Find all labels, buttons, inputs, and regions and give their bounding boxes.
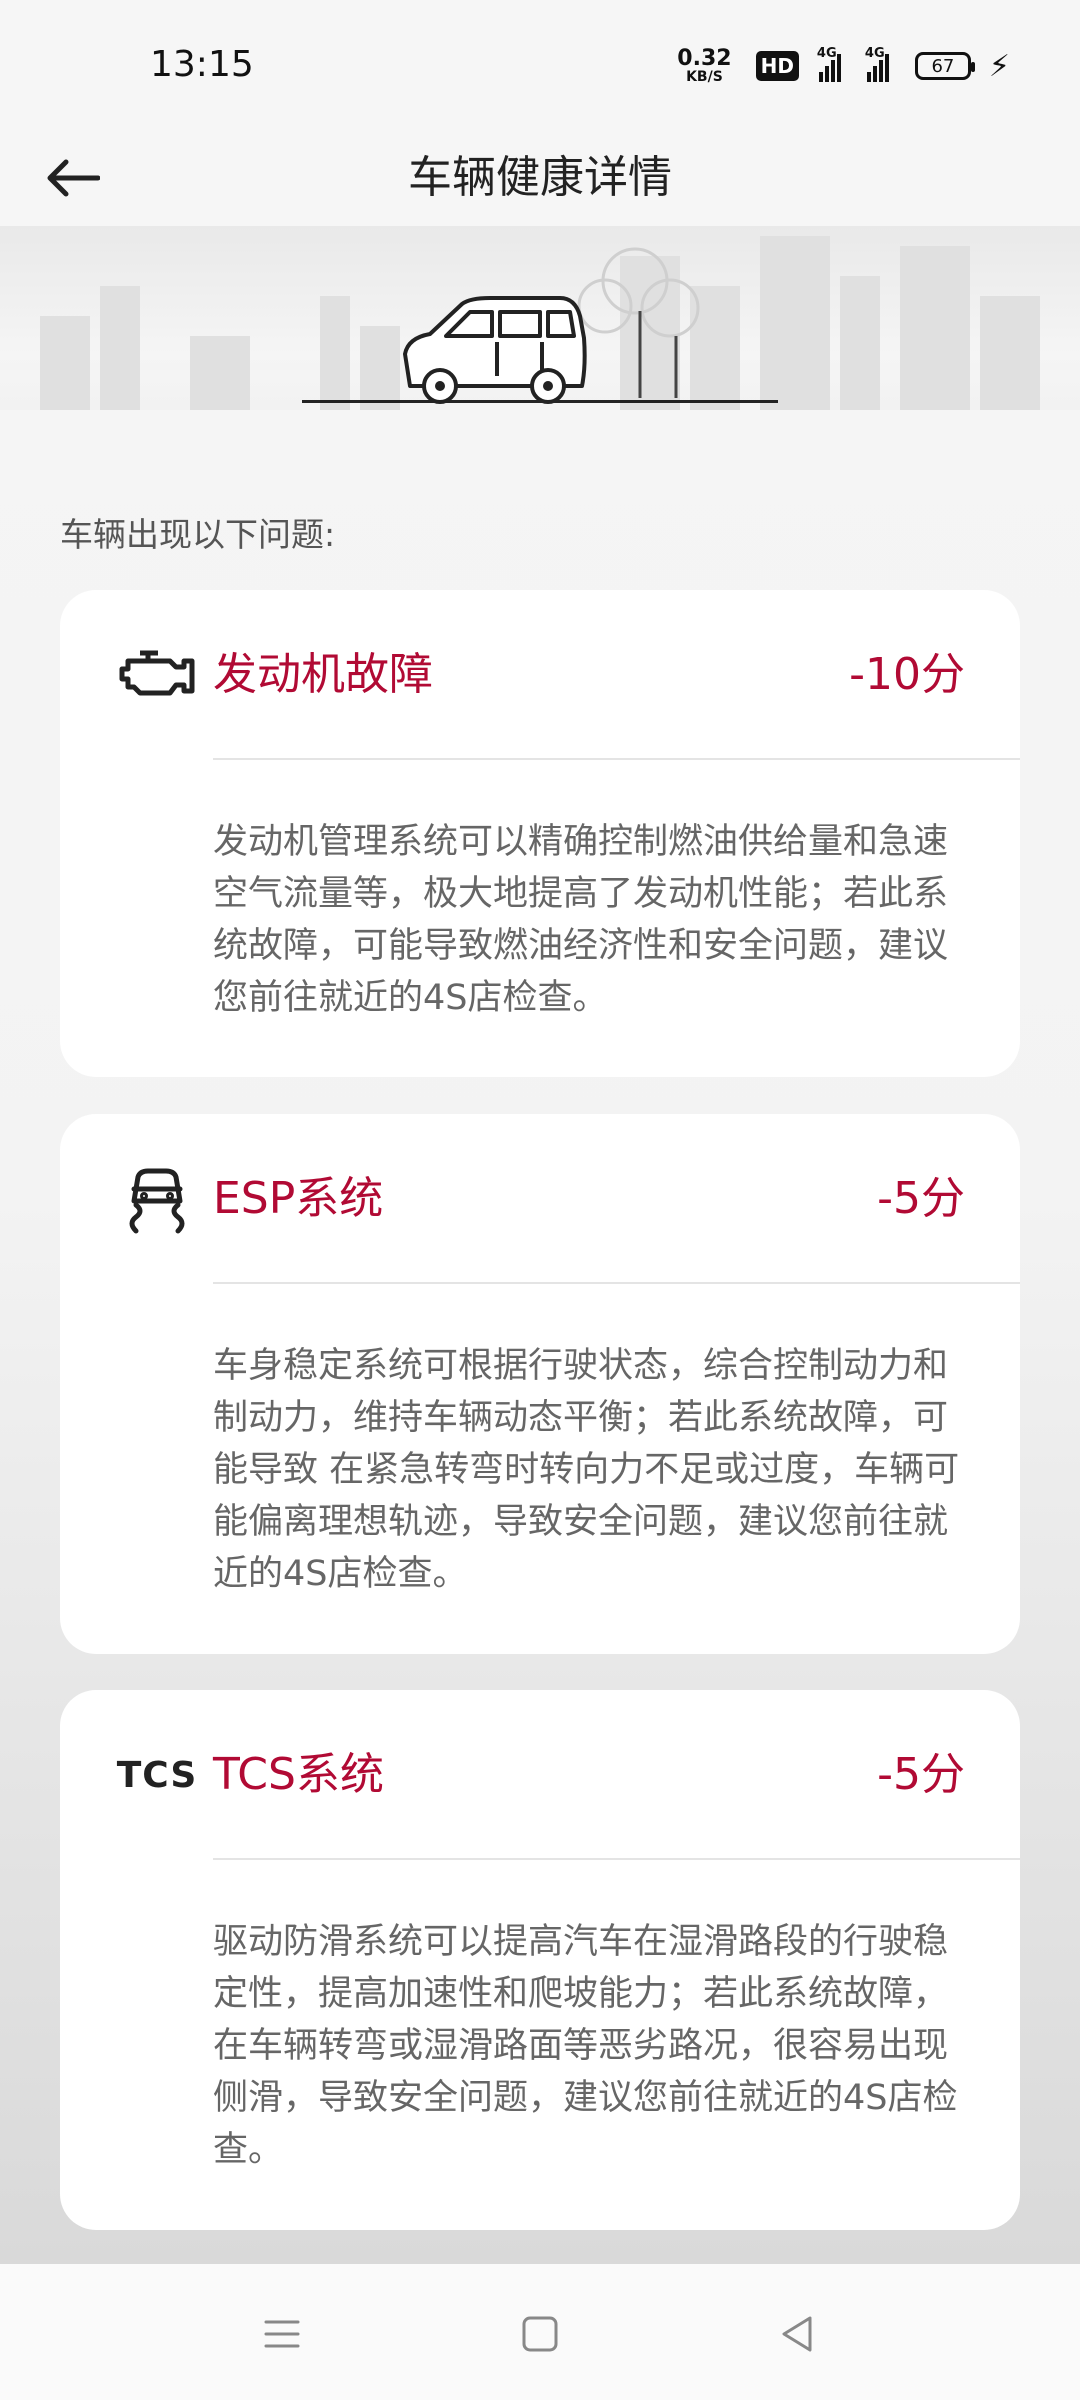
issue-description: 驱动防滑系统可以提高汽车在湿滑路段的行驶稳定性，提高加速性和爬坡能力；若此系统故…	[213, 1922, 958, 2170]
status-time: 13:15	[150, 44, 254, 85]
back-nav-button[interactable]	[768, 2304, 828, 2364]
card-divider	[213, 758, 1020, 760]
issue-description: 发动机管理系统可以精确控制燃油供给量和急速空气流量等，极大地提高了发动机性能；若…	[213, 822, 949, 1018]
engine-warning-icon	[118, 640, 196, 710]
charging-icon: ⚡	[988, 48, 1010, 84]
battery-icon: 67	[914, 52, 975, 80]
car-health-banner	[0, 226, 1080, 410]
issue-title: ESP系统	[213, 1173, 384, 1224]
menu-button[interactable]	[252, 2304, 312, 2364]
issue-card-engine[interactable]: 发动机故障 -10分 发动机管理系统可以精确控制燃油供给量和急速空气流量等，极大…	[60, 590, 1020, 1077]
issue-card-header: 发动机故障 -10分	[60, 590, 1020, 760]
app-header: 车辆健康详情	[0, 130, 1080, 226]
signal-2-label: 4G	[864, 46, 885, 61]
tcs-text-icon: TCS	[116, 1740, 198, 1810]
home-square-icon	[522, 2316, 558, 2352]
road-line	[302, 400, 778, 403]
issue-card-tcs[interactable]: TCS TCS系统 -5分 驱动防滑系统可以提高汽车在湿滑路段的行驶稳定性，提高…	[60, 1690, 1020, 2230]
city-skyline-illustration	[40, 236, 1040, 410]
esp-skid-icon	[118, 1164, 196, 1234]
signal-1-label: 4G	[816, 46, 837, 61]
status-bar: 13:15 0.32 KB/S HD 4G 4G 67 ⚡	[0, 0, 1080, 130]
issue-score: -10分	[849, 649, 965, 700]
issue-title: 发动机故障	[213, 649, 433, 700]
network-speed-unit: KB/S	[686, 69, 723, 85]
battery-level: 67	[931, 55, 955, 77]
back-triangle-icon	[782, 2316, 812, 2352]
card-divider	[213, 1282, 1020, 1284]
issues-section-title: 车辆出现以下问题:	[60, 515, 336, 554]
issue-title: TCS系统	[213, 1749, 384, 1800]
signal-icon-1: 4G	[817, 46, 841, 82]
tcs-icon-label: TCS	[116, 1754, 198, 1796]
system-nav-bar	[0, 2264, 1080, 2400]
network-speed-value: 0.32	[677, 46, 732, 71]
signal-icon-2: 4G	[865, 46, 889, 82]
issue-card-esp[interactable]: ESP系统 -5分 车身稳定系统可根据行驶状态，综合控制动力和制动力，维持车辆动…	[60, 1114, 1020, 1654]
issue-description: 车身稳定系统可根据行驶状态，综合控制动力和制动力，维持车辆动态平衡；若此系统故障…	[213, 1346, 960, 1594]
network-speed: 0.32 KB/S	[677, 46, 732, 85]
back-button[interactable]	[40, 146, 104, 210]
issue-score: -5分	[877, 1173, 965, 1224]
issue-card-header: TCS TCS系统 -5分	[60, 1690, 1020, 1860]
card-divider	[213, 1858, 1020, 1860]
hd-voice-icon: HD	[755, 51, 799, 81]
issue-card-header: ESP系统 -5分	[60, 1114, 1020, 1284]
page-title: 车辆健康详情	[408, 152, 672, 203]
home-button[interactable]	[510, 2304, 570, 2364]
status-indicators: 0.32 KB/S HD 4G 4G 67 ⚡	[677, 44, 1010, 88]
menu-icon	[264, 2320, 300, 2348]
arrow-left-icon	[47, 159, 100, 197]
issue-score: -5分	[877, 1749, 965, 1800]
